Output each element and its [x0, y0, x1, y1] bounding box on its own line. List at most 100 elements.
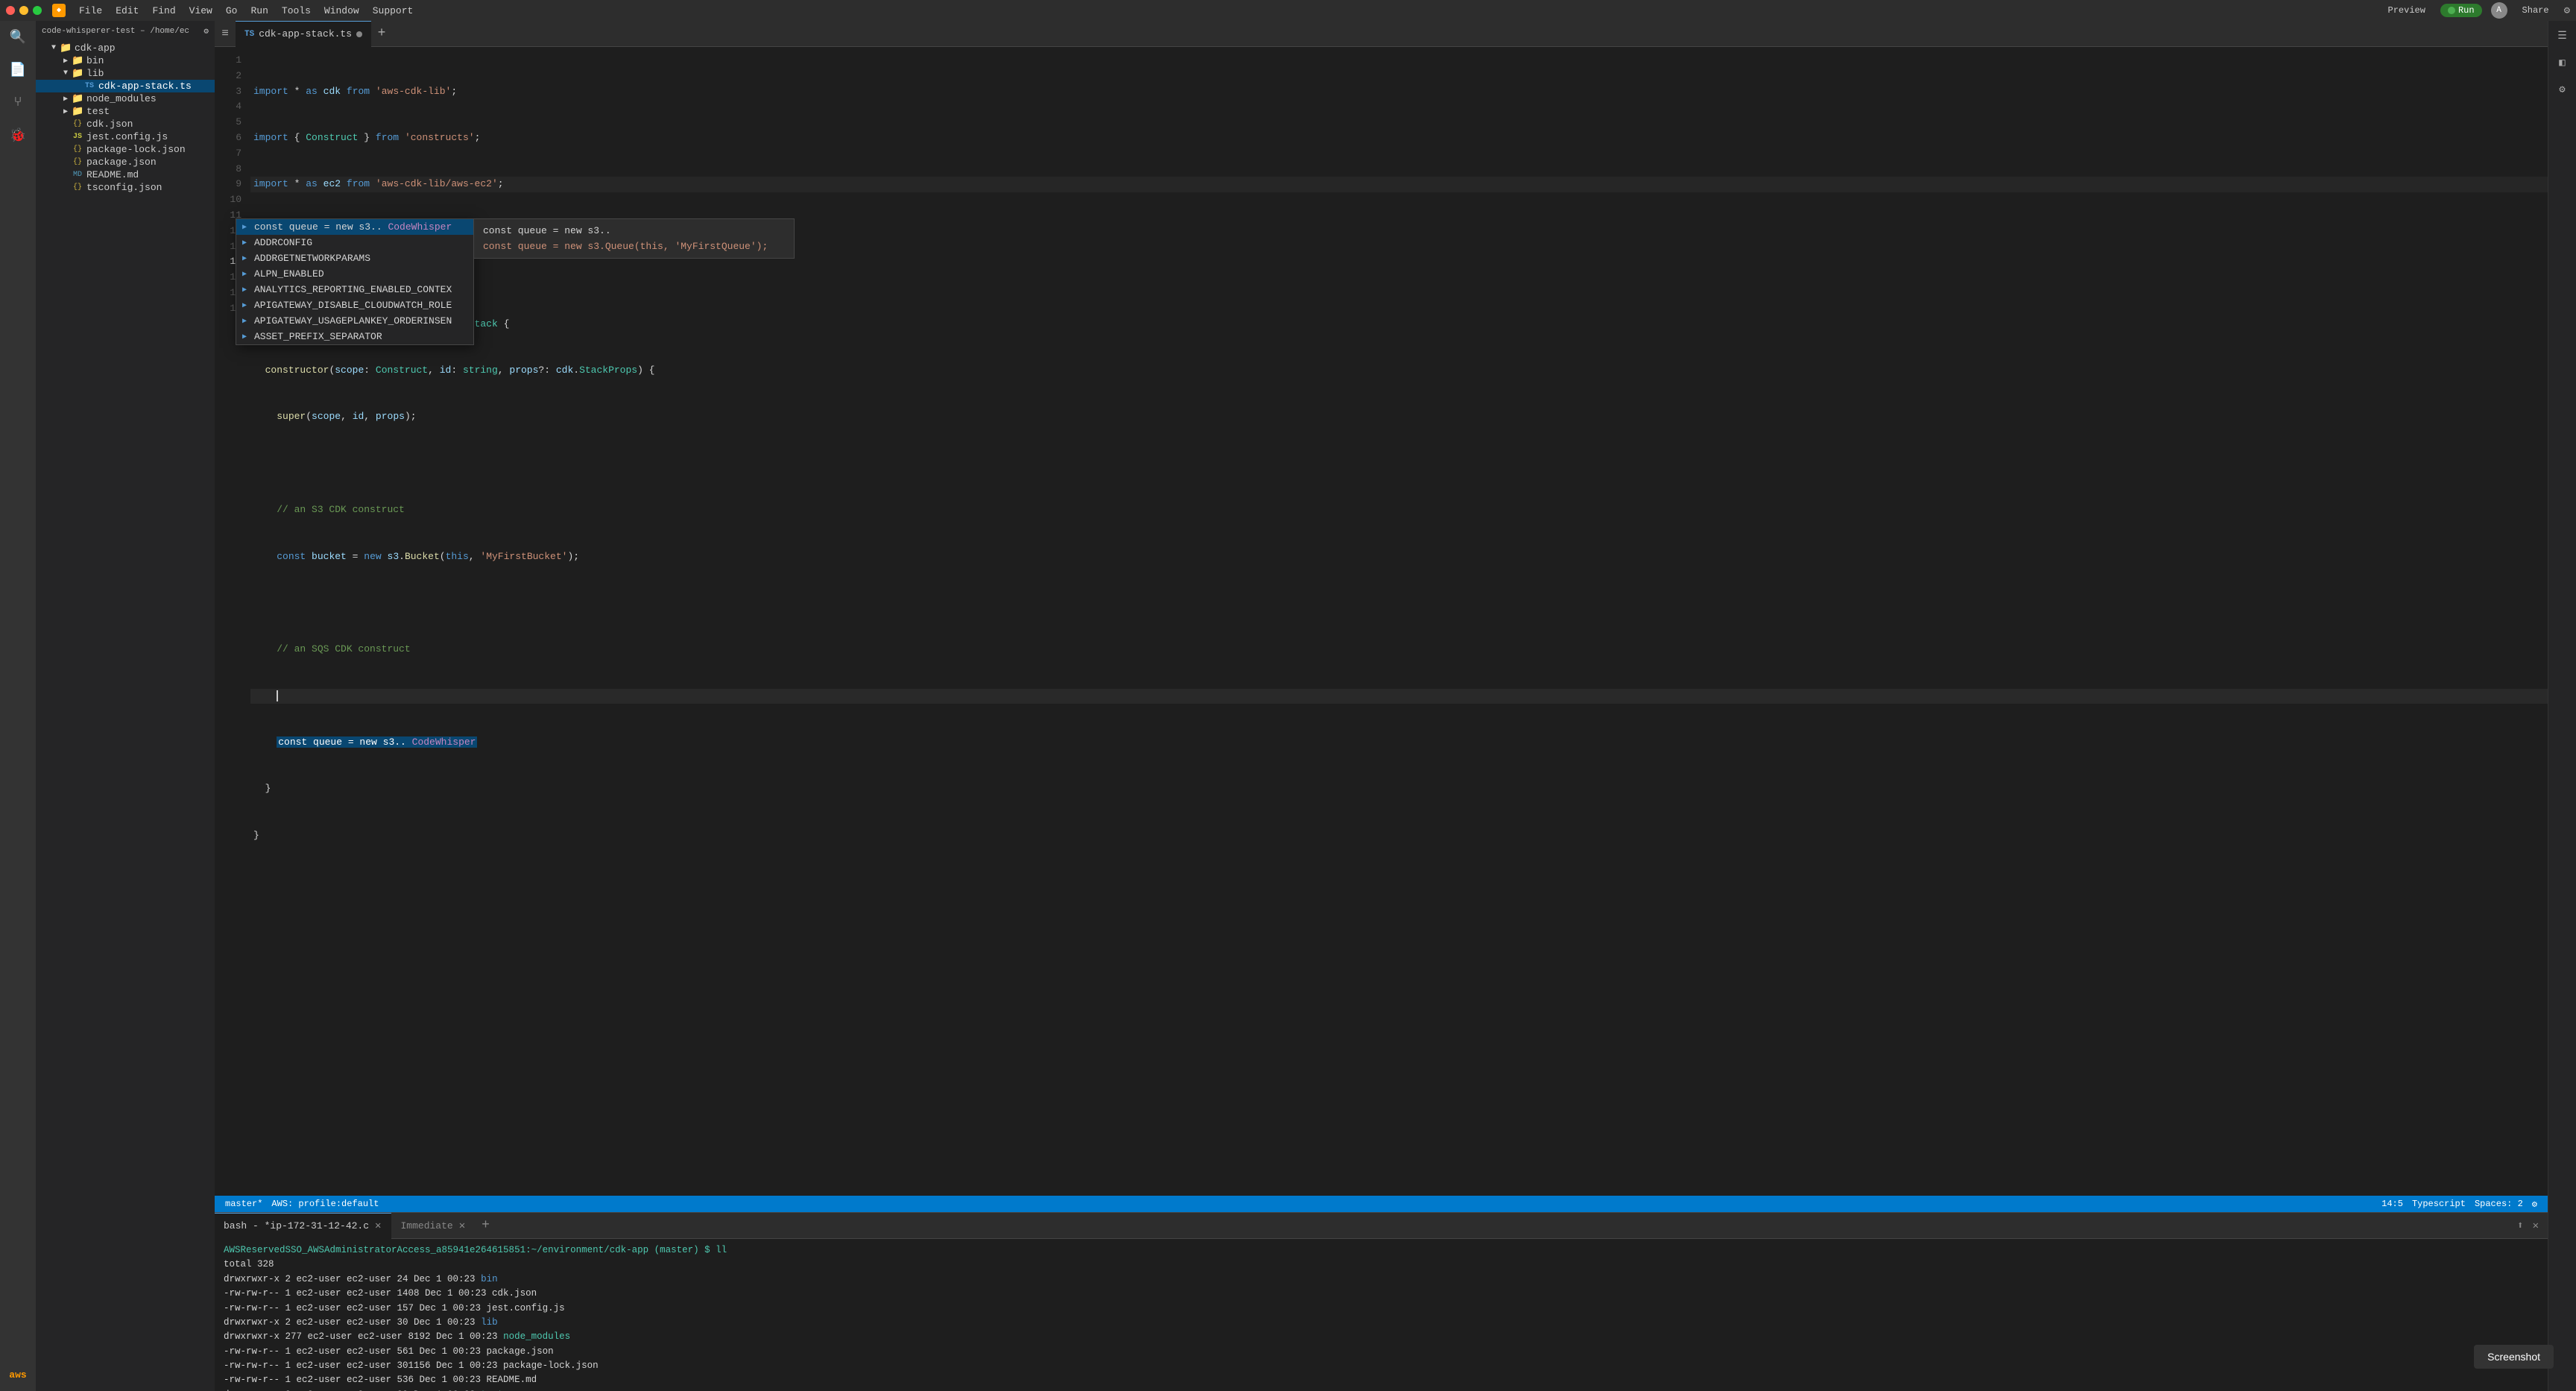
- sidebar-item-cdk-json[interactable]: {} cdk.json: [36, 118, 215, 130]
- sidebar-item-bin[interactable]: ▶ 📁 bin: [36, 54, 215, 67]
- activity-source-control[interactable]: ⑂: [7, 92, 28, 113]
- panel-close-icon[interactable]: ✕: [2530, 1218, 2542, 1234]
- menu-edit[interactable]: Edit: [110, 4, 145, 18]
- run-play-icon: [2448, 7, 2455, 14]
- status-language[interactable]: Typescript: [2408, 1199, 2470, 1210]
- sidebar-item-package-lock[interactable]: {} package-lock.json: [36, 143, 215, 156]
- tab-menu-icon[interactable]: ≡: [215, 21, 236, 47]
- autocomplete-arrow-icon: ▶: [242, 301, 250, 310]
- right-sidebar-icon-2[interactable]: ◧: [2554, 54, 2572, 72]
- right-sidebar: ☰ ◧ ⚙: [2548, 21, 2576, 1391]
- preview-button[interactable]: Preview: [2382, 4, 2431, 17]
- add-terminal-button[interactable]: +: [476, 1218, 496, 1233]
- sidebar-item-jest-config[interactable]: JS jest.config.js: [36, 130, 215, 143]
- code-editor[interactable]: 1 2 3 4 5 6 7 8 9 10 11 12 13 14 15 16 1: [215, 47, 2548, 1212]
- line-num: 7: [215, 146, 250, 162]
- sidebar-item-node-modules[interactable]: ▶ 📁 node_modules: [36, 92, 215, 105]
- code-line-15: const queue = new s3.. CodeWhisper: [250, 735, 2548, 751]
- status-git-branch[interactable]: master*: [221, 1199, 267, 1209]
- folder-icon: 📁: [72, 106, 83, 117]
- ts-file-icon: TS: [83, 82, 95, 90]
- terminal-output-cdk-json: -rw-rw-r-- 1 ec2-user ec2-user 1408 Dec …: [224, 1287, 2539, 1301]
- autocomplete-item-4[interactable]: ▶ ANALYTICS_REPORTING_ENABLED_CONTEX: [236, 282, 473, 297]
- aws-icon[interactable]: aws: [7, 1364, 28, 1385]
- activity-bar-bottom: aws: [7, 1364, 28, 1391]
- sidebar-item-lib[interactable]: ▼ 📁 lib: [36, 67, 215, 80]
- maximize-button[interactable]: [33, 6, 42, 15]
- menu-tools[interactable]: Tools: [276, 4, 317, 18]
- close-button[interactable]: [6, 6, 15, 15]
- folder-icon: 📁: [72, 93, 83, 104]
- menu-view[interactable]: View: [183, 4, 218, 18]
- panel-maximize-icon[interactable]: ⬆: [2514, 1218, 2526, 1234]
- code-line-2: import { Construct } from 'constructs';: [250, 130, 2548, 146]
- autocomplete-item-1[interactable]: ▶ ADDRCONFIG: [236, 235, 473, 250]
- terminal-output-node-modules: drwxrwxr-x 277 ec2-user ec2-user 8192 De…: [224, 1330, 2539, 1344]
- sidebar-tree: ▼ 📁 cdk-app ▶ 📁 bin ▼ 📁 lib TS cdk-app-: [36, 42, 215, 1391]
- status-position[interactable]: 14:5: [2377, 1199, 2408, 1210]
- code-line-17: }: [250, 828, 2548, 844]
- settings-icon[interactable]: ⚙: [2564, 4, 2570, 17]
- activity-debug[interactable]: 🐞: [7, 125, 28, 146]
- settings-icon[interactable]: ⚙: [2528, 1199, 2542, 1210]
- sidebar-item-test[interactable]: ▶ 📁 test: [36, 105, 215, 118]
- sidebar-item-tsconfig-json[interactable]: {} tsconfig.json: [36, 181, 215, 194]
- autocomplete-item-label: ANALYTICS_REPORTING_ENABLED_CONTEX: [254, 284, 467, 295]
- code-line-7: constructor(scope: Construct, id: string…: [250, 363, 2548, 379]
- right-sidebar-icon-1[interactable]: ☰: [2554, 27, 2572, 45]
- autocomplete-item-5[interactable]: ▶ APIGATEWAY_DISABLE_CLOUDWATCH_ROLE: [236, 297, 473, 313]
- sidebar-item-readme-md[interactable]: MD README.md: [36, 168, 215, 181]
- panel-tab-close-icon[interactable]: ✕: [458, 1220, 467, 1232]
- status-spaces[interactable]: Spaces: 2: [2470, 1199, 2528, 1210]
- autocomplete-item-6[interactable]: ▶ APIGATEWAY_USAGEPLANKEY_ORDERINSEN: [236, 313, 473, 329]
- avatar[interactable]: A: [2491, 2, 2507, 19]
- menu-go[interactable]: Go: [220, 4, 244, 18]
- sidebar-item-label: node_modules: [86, 93, 215, 104]
- right-sidebar-settings-icon[interactable]: ⚙: [2554, 81, 2572, 98]
- menu-window[interactable]: Window: [318, 4, 365, 18]
- chevron-right-icon: ▶: [60, 107, 72, 116]
- tab-bar: ≡ TS cdk-app-stack.ts +: [215, 21, 2548, 47]
- code-line-3: import * as ec2 from 'aws-cdk-lib/aws-ec…: [250, 177, 2548, 192]
- activity-explorer[interactable]: 📄: [7, 60, 28, 81]
- menu-bar: File Edit Find View Go Run Tools Window …: [73, 4, 419, 18]
- autocomplete-item-3[interactable]: ▶ ALPN_ENABLED: [236, 266, 473, 282]
- panel-tab-bash[interactable]: bash - *ip-172-31-12-42.c ✕: [215, 1213, 391, 1239]
- sidebar-item-package-json[interactable]: {} package.json: [36, 156, 215, 168]
- detail-code-line2: const queue = new s3.Queue(this, 'MyFirs…: [483, 241, 785, 252]
- terminal-output-bin: drwxrwxr-x 2 ec2-user ec2-user 24 Dec 1 …: [224, 1272, 2539, 1287]
- autocomplete-item-7[interactable]: ▶ ASSET_PREFIX_SEPARATOR: [236, 329, 473, 344]
- autocomplete-item-2[interactable]: ▶ ADDRGETNETWORKPARAMS: [236, 250, 473, 266]
- run-button[interactable]: Run: [2440, 4, 2482, 17]
- line-num: 5: [215, 115, 250, 130]
- panel-tab-immediate[interactable]: Immediate ✕: [391, 1213, 476, 1239]
- code-line-1: import * as cdk from 'aws-cdk-lib';: [250, 84, 2548, 100]
- sidebar-item-cdk-app[interactable]: ▼ 📁 cdk-app: [36, 42, 215, 54]
- line-num: 2: [215, 69, 250, 84]
- autocomplete-item-label: const queue = new s3.. CodeWhisper: [254, 221, 467, 233]
- sidebar-item-label: package.json: [86, 157, 215, 168]
- json-file-icon: {}: [72, 183, 83, 192]
- menu-support[interactable]: Support: [367, 4, 420, 18]
- minimize-button[interactable]: [19, 6, 28, 15]
- tab-cdk-app-stack[interactable]: TS cdk-app-stack.ts: [236, 21, 371, 47]
- add-tab-button[interactable]: +: [371, 21, 392, 47]
- status-aws-profile[interactable]: AWS: profile:default: [267, 1199, 383, 1209]
- panel-tab-close-icon[interactable]: ✕: [373, 1220, 382, 1232]
- screenshot-button[interactable]: Screenshot: [2474, 1345, 2554, 1369]
- panel-tab-label: Immediate: [400, 1220, 452, 1231]
- sidebar-item-label: tsconfig.json: [86, 182, 215, 193]
- sidebar-item-cdk-app-stack-ts[interactable]: TS cdk-app-stack.ts: [36, 80, 215, 92]
- autocomplete-item-0[interactable]: ▶ const queue = new s3.. CodeWhisper: [236, 219, 473, 235]
- editor-area: ≡ TS cdk-app-stack.ts + 1 2 3 4 5 6 7 8: [215, 21, 2548, 1391]
- menu-file[interactable]: File: [73, 4, 108, 18]
- menu-run[interactable]: Run: [244, 4, 274, 18]
- traffic-lights: [6, 6, 42, 15]
- detail-code-line1: const queue = new s3..: [483, 225, 785, 236]
- menu-find[interactable]: Find: [146, 4, 181, 18]
- folder-icon: 📁: [72, 68, 83, 79]
- bottom-panel: bash - *ip-172-31-12-42.c ✕ Immediate ✕ …: [215, 1212, 2548, 1391]
- share-button[interactable]: Share: [2516, 4, 2555, 17]
- activity-search[interactable]: 🔍: [7, 27, 28, 48]
- sidebar-settings-icon[interactable]: ⚙: [203, 26, 209, 37]
